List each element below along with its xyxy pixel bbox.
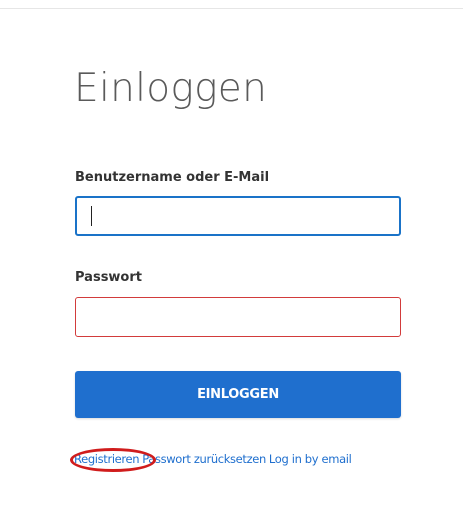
username-label: Benutzername oder E-Mail xyxy=(75,170,270,185)
password-label: Passwort xyxy=(75,270,142,285)
top-divider xyxy=(0,8,463,9)
auth-links: Registrieren Passwort zurücksetzen Log in … xyxy=(74,452,352,466)
page-title: Einloggen xyxy=(74,66,268,111)
login-by-email-link[interactable]: Log in by email xyxy=(269,452,352,466)
reset-password-link[interactable]: Passwort zurücksetzen xyxy=(142,452,266,466)
text-caret xyxy=(91,206,92,226)
register-link[interactable]: Registrieren xyxy=(74,452,140,466)
login-button[interactable]: EINLOGGEN xyxy=(75,371,401,418)
password-field[interactable] xyxy=(75,297,401,337)
login-page: Einloggen Benutzername oder E-Mail Passw… xyxy=(0,0,463,520)
username-field[interactable] xyxy=(75,196,401,236)
